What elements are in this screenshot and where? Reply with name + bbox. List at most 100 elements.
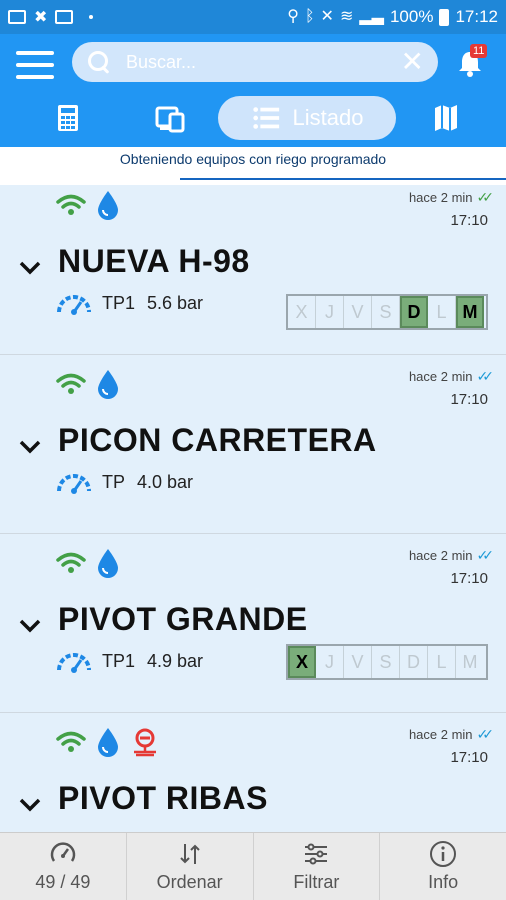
device-list: hace 2 min ✓✓ 17:10 NUEVA H-98 TP1 5.6 bar… xyxy=(0,185,506,832)
sort-icon xyxy=(179,844,200,864)
tab-devices[interactable] xyxy=(148,96,192,140)
sensor-value: 4.9 bar xyxy=(147,651,204,671)
day-cell: X xyxy=(288,296,316,328)
dot-icon xyxy=(89,15,94,19)
day-cell: D xyxy=(400,646,428,678)
device-name: PICON CARRETERA xyxy=(58,422,377,458)
info-label: Info xyxy=(428,872,459,892)
tab-listado[interactable]: Listado xyxy=(218,96,396,140)
device-name: PIVOT GRANDE xyxy=(58,601,308,637)
devices-icon xyxy=(155,106,185,133)
double-check-icon: ✓✓ xyxy=(476,189,495,205)
day-cell-active: M xyxy=(456,296,484,328)
day-cell-active: X xyxy=(288,646,316,678)
device-name: PIVOT RIBAS xyxy=(58,780,268,816)
wifi-icon xyxy=(56,552,86,573)
map-icon xyxy=(435,105,457,131)
wifi-status-icon: ≋ xyxy=(339,8,354,25)
tab-listado-label: Listado xyxy=(292,105,364,130)
tab-calculator[interactable] xyxy=(48,96,88,140)
bottom-toolbar: 49 / 49 Ordenar Filtrar Info xyxy=(0,832,506,900)
day-cell: S xyxy=(372,646,400,678)
device-card[interactable]: hace 2 min ✓✓ 17:10 NUEVA H-98 TP1 5.6 bar… xyxy=(0,185,506,355)
wifi-icon xyxy=(56,373,86,394)
clear-icon[interactable]: ✕ xyxy=(401,48,424,76)
device-name: NUEVA H-98 xyxy=(58,243,250,279)
last-update: hace 2 min xyxy=(408,727,473,742)
day-cell-active: D xyxy=(400,296,428,328)
view-tabs: Listado xyxy=(0,96,506,140)
day-cell: S xyxy=(372,296,400,328)
loading-progress xyxy=(180,178,506,180)
day-cell: L xyxy=(428,296,456,328)
image-icon xyxy=(8,10,26,24)
info-icon xyxy=(430,841,457,867)
wifi-icon xyxy=(56,194,86,215)
bluetooth-icon: ᛒ xyxy=(304,8,315,25)
count-label: 49 / 49 xyxy=(35,872,91,892)
day-cell: J xyxy=(316,646,344,678)
mute-icon: ✕ xyxy=(320,8,334,25)
tools-icon: ✖ xyxy=(34,9,48,26)
notifications-button[interactable]: 11 xyxy=(455,44,488,78)
last-update: hace 2 min xyxy=(408,190,473,205)
sensor-label: TP1 xyxy=(102,293,136,313)
sort-label: Ordenar xyxy=(156,872,223,892)
sensor-label: TP1 xyxy=(102,651,136,671)
battery-percent: 100% xyxy=(389,7,434,26)
tab-map[interactable] xyxy=(426,96,466,140)
double-check-icon: ✓✓ xyxy=(476,547,495,563)
battery-icon xyxy=(439,8,450,26)
search-input[interactable]: Buscar... xyxy=(126,52,401,73)
calculator-icon xyxy=(58,105,78,131)
day-cell: M xyxy=(462,651,478,672)
chevron-down-icon[interactable] xyxy=(18,792,42,816)
water-drop-icon xyxy=(98,549,118,578)
water-drop-icon xyxy=(98,191,118,220)
sensor-value: 5.6 bar xyxy=(147,293,204,313)
filter-icon xyxy=(305,843,328,865)
location-icon: ⚲ xyxy=(287,8,299,25)
clock: 17:12 xyxy=(455,7,498,26)
device-card[interactable]: hace 2 min ✓✓ 17:10 PIVOT GRANDE TP1 4.9 b… xyxy=(0,535,506,713)
pressure-alert-icon xyxy=(134,728,156,757)
update-time: 17:10 xyxy=(450,391,488,408)
app-bar: Buscar... ✕ 11 Listado xyxy=(0,34,506,147)
signal-icon: ▂▃ xyxy=(359,8,384,25)
sensor-label: TP xyxy=(102,472,126,492)
device-card[interactable]: hace 2 min ✓✓ 17:10 PICON CARRETERA TP 4.0… xyxy=(0,356,506,534)
loading-banner: Obteniendo equipos con riego programado xyxy=(0,147,506,183)
filter-button[interactable]: Filtrar xyxy=(254,833,381,900)
update-time: 17:10 xyxy=(450,212,488,229)
info-button[interactable]: Info xyxy=(380,833,506,900)
gauge-icon xyxy=(57,295,91,315)
last-update: hace 2 min xyxy=(408,548,473,563)
chevron-down-icon[interactable] xyxy=(18,613,42,637)
search-icon xyxy=(86,49,112,75)
wifi-icon xyxy=(56,731,86,752)
status-system: ⚲ ᛒ ✕ ≋ ▂▃ 100% 17:12 xyxy=(287,7,498,27)
chevron-down-icon[interactable] xyxy=(18,255,42,279)
day-cell: V xyxy=(344,296,372,328)
chevron-down-icon[interactable] xyxy=(18,434,42,458)
double-check-icon: ✓✓ xyxy=(476,368,495,384)
water-drop-icon xyxy=(98,370,118,399)
notification-badge: 11 xyxy=(470,44,488,58)
loading-text: Obteniendo equipos con riego programado xyxy=(119,151,387,167)
filter-label: Filtrar xyxy=(293,872,340,892)
sensor-value: 4.0 bar xyxy=(137,472,194,492)
schedule-days: X J V S D L M xyxy=(286,294,488,330)
day-cell: V xyxy=(344,646,372,678)
day-cell: J xyxy=(316,296,344,328)
gauge-icon xyxy=(57,474,91,494)
search-bar[interactable]: Buscar... ✕ xyxy=(72,42,438,82)
day-cell: L xyxy=(428,646,456,678)
status-bar: ✖ ⚲ ᛒ ✕ ≋ ▂▃ 100% 17:12 xyxy=(0,0,506,34)
menu-icon[interactable] xyxy=(16,51,54,79)
count-button[interactable]: 49 / 49 xyxy=(0,833,127,900)
last-update: hace 2 min xyxy=(408,369,473,384)
device-card[interactable]: hace 2 min ✓✓ 17:10 PIVOT RIBAS xyxy=(0,714,506,832)
gauge-icon xyxy=(57,653,91,673)
speedometer-icon xyxy=(50,842,76,862)
sort-button[interactable]: Ordenar xyxy=(127,833,254,900)
